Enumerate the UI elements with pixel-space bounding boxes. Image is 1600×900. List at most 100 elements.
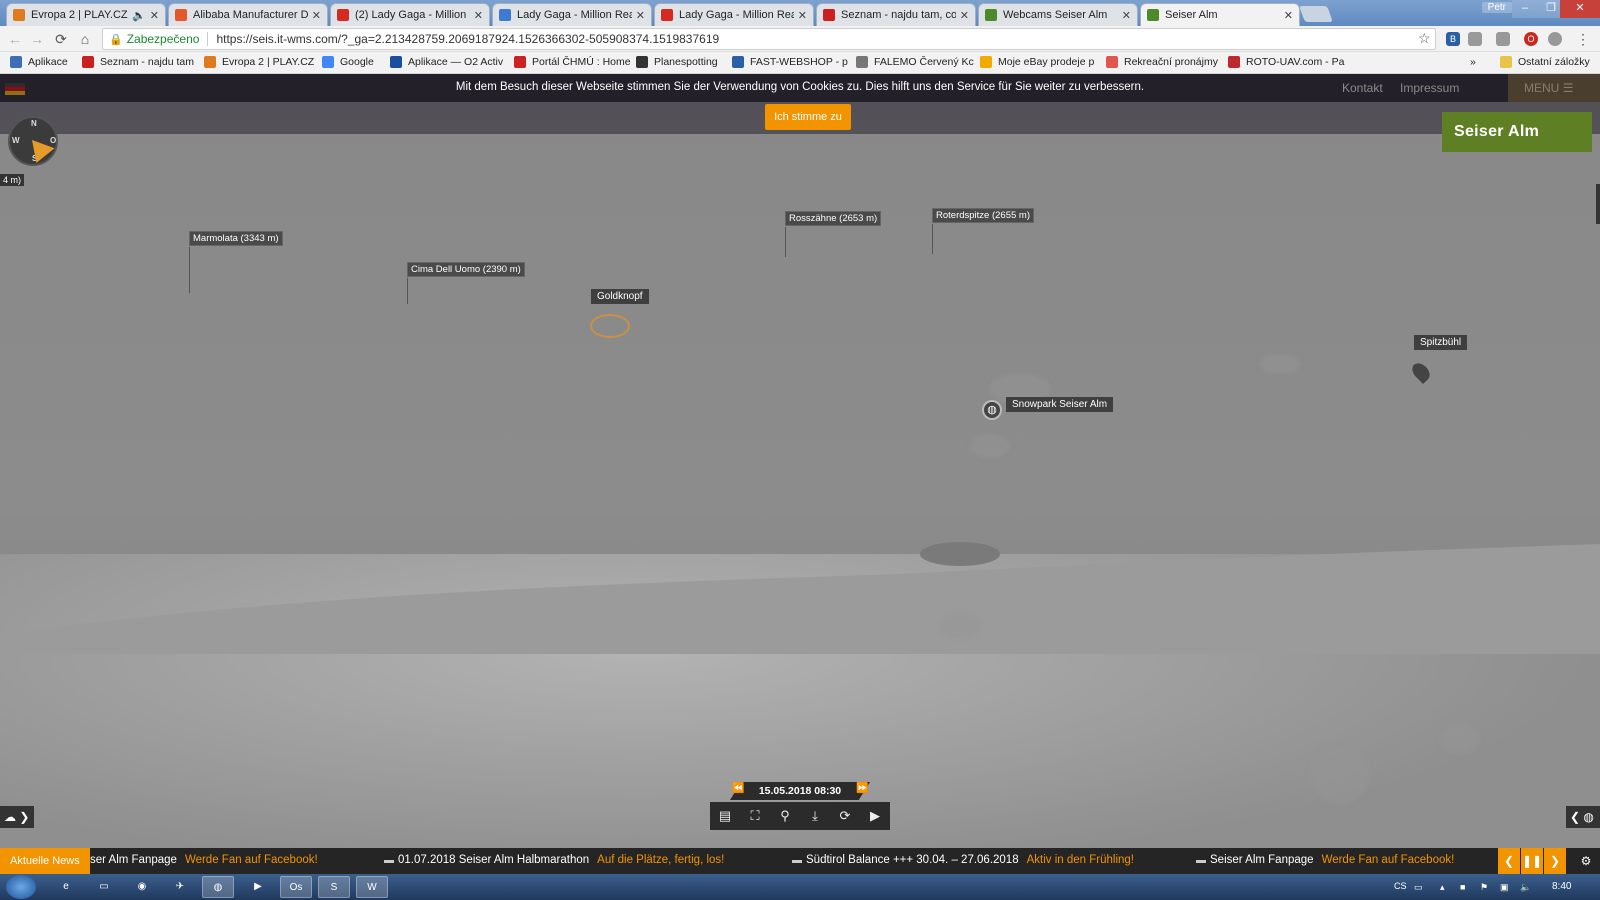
tab-close-icon[interactable]: ✕ [1122, 9, 1131, 22]
hotel-icon[interactable] [590, 314, 630, 338]
browser-tab[interactable]: Evropa 2 | PLAY.CZ 🔈 ✕ [6, 3, 166, 26]
nav-link-impressum[interactable]: Impressum [1400, 81, 1459, 95]
refresh-icon[interactable]: ⟳ [834, 805, 856, 827]
taskbar-app-icon[interactable]: ✈ [164, 876, 196, 898]
tab-close-icon[interactable]: ✕ [150, 9, 159, 22]
previous-image-icon[interactable]: ⏪ [732, 783, 744, 794]
url-text[interactable]: https://seis.it-wms.com/?_ga=2.213428759… [216, 32, 719, 46]
media-player-icon[interactable]: ▶ [242, 876, 274, 898]
download-icon[interactable]: ⤓ [804, 805, 826, 827]
language-indicator[interactable]: CS [1394, 881, 1407, 891]
new-tab-button[interactable] [1299, 6, 1333, 22]
bookmark-item[interactable]: Aplikace [10, 56, 68, 68]
news-link[interactable]: Werde Fan auf Facebook! [1322, 854, 1455, 866]
network-icon[interactable]: ▣ [1500, 882, 1510, 892]
panorama-toggle-button[interactable]: ❮ ◍ [1566, 806, 1600, 828]
tab-close-icon[interactable]: ✕ [636, 9, 645, 22]
bookmark-item[interactable]: Evropa 2 | PLAY.CZ [204, 56, 314, 68]
compass-icon[interactable]: N W O S [8, 116, 58, 168]
tab-close-icon[interactable]: ✕ [960, 9, 969, 22]
bookmark-item[interactable]: Portál ČHMÚ : Home [514, 56, 631, 68]
ticker-next-icon[interactable]: ❯ [1544, 848, 1566, 874]
news-link[interactable]: Auf die Plätze, fertig, los! [597, 854, 724, 866]
address-bar[interactable]: 🔒 Zabezpečeno https://seis.it-wms.com/?_… [102, 28, 1436, 50]
fullscreen-icon[interactable]: ⛶ [744, 805, 766, 827]
news-link[interactable]: Werde Fan auf Facebook! [185, 854, 318, 866]
tray-expand-icon[interactable]: ▴ [1440, 882, 1450, 892]
bookmark-item[interactable]: Aplikace — O2 Activ [390, 56, 503, 68]
browser-tab[interactable]: Lady Gaga - Million Reas ✕ [654, 3, 814, 26]
minimize-icon[interactable]: – [1512, 0, 1538, 18]
bookmark-item[interactable]: FALEMO Červený Kc [856, 56, 974, 68]
nav-link-kontakt[interactable]: Kontakt [1342, 81, 1383, 95]
poi-goldknopf[interactable]: Goldknopf [591, 289, 649, 304]
bookmark-item[interactable]: Ostatní záložky [1500, 56, 1590, 68]
bookmark-item[interactable]: Rekreační pronájmy [1106, 56, 1218, 68]
taskbar-app-icon[interactable]: ◉ [126, 876, 158, 898]
file-explorer-icon[interactable]: ▭ [88, 876, 120, 898]
internet-explorer-icon[interactable]: e [50, 876, 82, 898]
extension-icon[interactable]: O [1524, 32, 1538, 46]
video-camera-icon[interactable]: ▶ [864, 805, 886, 827]
bookmark-item[interactable]: ROTO-UAV.com - Pa [1228, 56, 1344, 68]
peak-label[interactable]: Roterdspitze (2655 m) [932, 208, 1034, 254]
next-image-icon[interactable]: ⏩ [856, 783, 868, 794]
menu-button[interactable]: MENU ☰ [1508, 74, 1600, 102]
bookmark-item[interactable]: FAST-WEBSHOP - p [732, 56, 848, 68]
browser-tab-active[interactable]: Seiser Alm ✕ [1140, 3, 1300, 26]
news-item[interactable]: ▬ 01.07.2018 Seiser Alm Halbmarathon Auf d… [384, 854, 724, 866]
skype-icon[interactable]: S [318, 876, 350, 898]
datetime-display[interactable]: 15.05.2018 08:30 [730, 782, 870, 800]
flag-icon[interactable]: ⚑ [1480, 882, 1490, 892]
volume-icon[interactable]: 🔈 [1520, 882, 1531, 892]
weather-toggle-button[interactable]: ☁ ❯ [0, 806, 34, 828]
tab-audio-icon[interactable]: 🔈 [132, 9, 146, 22]
poi-snowpark[interactable]: Snowpark Seiser Alm [1006, 397, 1114, 412]
peak-label[interactable]: Cima Dell Uomo (2390 m) [407, 262, 525, 304]
chrome-icon[interactable]: ◍ [202, 876, 234, 898]
keyboard-icon[interactable]: ▭ [1414, 882, 1424, 892]
browser-tab[interactable]: (2) Lady Gaga - Million R ✕ [330, 3, 490, 26]
extension-icon[interactable] [1548, 32, 1562, 46]
settings-icon[interactable]: ⚙ [1572, 848, 1600, 874]
globe-icon[interactable]: ◍ [982, 400, 1002, 420]
browser-tab[interactable]: Seznam - najdu tam, co n ✕ [816, 3, 976, 26]
tab-close-icon[interactable]: ✕ [1284, 9, 1293, 22]
extension-icon[interactable] [1496, 32, 1510, 46]
home-icon[interactable]: ⌂ [76, 30, 94, 48]
more-bookmarks-button[interactable]: » [1470, 56, 1476, 68]
webcam-view[interactable]: Mit dem Besuch dieser Webseite stimmen S… [0, 74, 1600, 848]
peak-label[interactable]: Rosszähne (2653 m) [785, 211, 882, 257]
clock[interactable]: 8:40 [1552, 881, 1571, 892]
extension-icon[interactable] [1468, 32, 1482, 46]
browser-tab[interactable]: Webcams Seiser Alm ✕ [978, 3, 1138, 26]
calendar-icon[interactable]: ▤ [714, 805, 736, 827]
bookmark-item[interactable]: Planespotting [636, 56, 718, 68]
start-button[interactable] [6, 875, 36, 899]
back-icon[interactable]: ← [6, 30, 24, 48]
bookmark-item[interactable]: Moje eBay prodeje p [980, 56, 1094, 68]
location-pin-icon[interactable]: ⚲ [774, 805, 796, 827]
tray-app-icon[interactable]: ■ [1460, 882, 1470, 892]
browser-tab[interactable]: Alibaba Manufacturer Di ✕ [168, 3, 328, 26]
bookmark-item[interactable]: Seznam - najdu tam [82, 56, 194, 68]
map-pin-icon[interactable] [1408, 359, 1434, 385]
outlook-icon[interactable]: Os [280, 876, 312, 898]
forward-icon[interactable]: → [28, 30, 46, 48]
tab-close-icon[interactable]: ✕ [474, 9, 483, 22]
browser-tab[interactable]: Lady Gaga - Million Reas ✕ [492, 3, 652, 26]
ticker-previous-icon[interactable]: ❮ [1498, 848, 1520, 874]
peak-label-cut[interactable]: 4 m) [0, 174, 24, 186]
news-item[interactable]: ▬ Seiser Alm Fanpage Werde Fan auf Faceboo… [1196, 854, 1454, 866]
side-panel-handle[interactable] [1596, 184, 1600, 224]
peak-label[interactable]: Marmolata (3343 m) [189, 231, 283, 293]
tab-close-icon[interactable]: ✕ [798, 9, 807, 22]
window-user-badge[interactable]: Petr [1481, 2, 1512, 13]
bookmark-star-icon[interactable]: ☆ [1418, 30, 1431, 47]
word-icon[interactable]: W [356, 876, 388, 898]
seiser-alm-logo[interactable]: Seiser Alm [1442, 112, 1592, 152]
extension-icon[interactable]: B [1446, 32, 1460, 46]
news-item[interactable]: ser Alm Fanpage Werde Fan auf Facebook! [90, 854, 318, 866]
bookmark-item[interactable]: Google [322, 56, 374, 68]
ticker-pause-icon[interactable]: ❚❚ [1521, 848, 1543, 874]
